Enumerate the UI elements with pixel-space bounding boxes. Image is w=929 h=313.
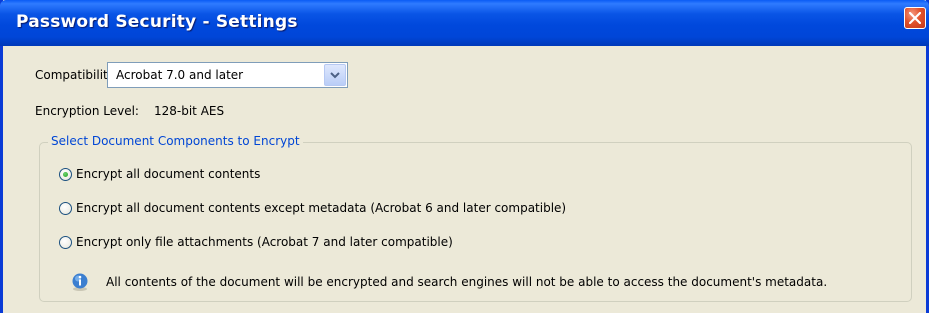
dialog-body: Compatibility: Acrobat 7.0 and later Enc… — [3, 46, 926, 313]
window-title: Password Security - Settings — [16, 12, 298, 32]
encryption-level-value: 128-bit AES — [154, 104, 225, 118]
group-legend: Select Document Components to Encrypt — [48, 134, 303, 148]
close-icon — [909, 12, 921, 24]
radio-label[interactable]: Encrypt all document contents — [76, 167, 260, 181]
compatibility-label: Compatibility: — [35, 68, 119, 82]
close-button[interactable] — [904, 7, 926, 29]
radio-button[interactable] — [59, 236, 72, 249]
compatibility-selected-value: Acrobat 7.0 and later — [116, 68, 244, 82]
compatibility-dropdown[interactable]: Acrobat 7.0 and later — [107, 62, 348, 88]
encrypt-components-group: Select Document Components to Encrypt En… — [39, 134, 912, 302]
radio-button[interactable] — [59, 202, 72, 215]
info-icon — [72, 273, 88, 291]
radio-label[interactable]: Encrypt only file attachments (Acrobat 7… — [76, 235, 453, 249]
radio-button-selected[interactable] — [59, 168, 72, 181]
dropdown-arrow-button[interactable] — [324, 64, 346, 86]
settings-window: Password Security - Settings Compatibili… — [0, 0, 929, 313]
chevron-down-icon — [330, 72, 340, 79]
info-text: All contents of the document will be enc… — [106, 275, 828, 289]
encryption-level-label: Encryption Level: — [35, 104, 139, 118]
radio-label[interactable]: Encrypt all document contents except met… — [76, 201, 566, 215]
title-bar[interactable]: Password Security - Settings — [0, 0, 929, 46]
